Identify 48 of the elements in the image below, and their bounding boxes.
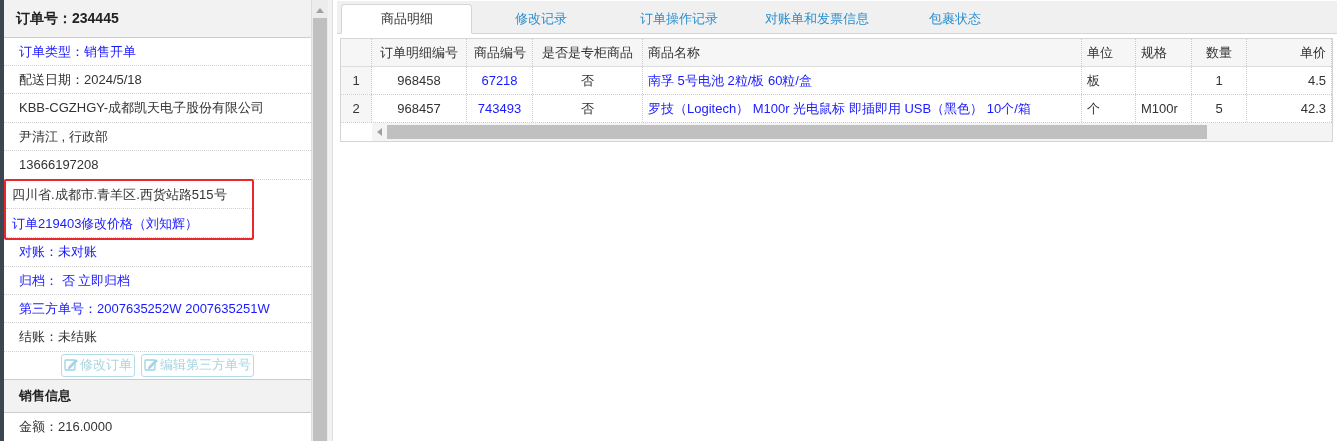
section-title: 销售信息: [19, 387, 71, 406]
table-cell: 板: [1082, 67, 1136, 94]
table-cell[interactable]: 743493: [467, 95, 533, 122]
table-cell[interactable]: 南孚 5号电池 2粒/板 60粒/盒: [643, 67, 1082, 94]
table-cell: 968457: [372, 95, 467, 122]
order-info-text: 结账：未结账: [19, 328, 97, 347]
table-cell[interactable]: 罗技（Logitech） M100r 光电鼠标 即插即用 USB（黑色） 10个/箱: [643, 95, 1082, 122]
order-info-text[interactable]: 对账：未对账: [19, 242, 97, 262]
table-cell: 否: [533, 67, 643, 94]
column-header: 是否是专柜商品: [533, 39, 643, 66]
amount-text: 金额：216.0000: [19, 418, 113, 437]
tab[interactable]: 商品明细: [341, 4, 472, 34]
edit-icon: [64, 358, 78, 373]
order-info-text[interactable]: 订单219403修改价格（刘知辉）: [12, 213, 199, 234]
table-cell: 4.5: [1247, 67, 1332, 94]
edit-icon: [144, 358, 158, 373]
order-number-title: 订单号：234445: [16, 8, 119, 28]
table-cell: 42.3: [1247, 95, 1332, 122]
table-cell: 个: [1082, 95, 1136, 122]
column-header: 数量: [1192, 39, 1247, 66]
order-info-text: KBB-CGZHGY-成都凯天电子股份有限公司: [19, 99, 265, 118]
scrollbar[interactable]: [312, 0, 328, 441]
order-info-text: 四川省.成都市.青羊区.西货站路515号: [12, 185, 227, 204]
row-number: 1: [341, 67, 372, 94]
table-cell: M100r: [1136, 95, 1192, 122]
order-info-text: 13666197208: [19, 156, 99, 175]
order-info-text[interactable]: 归档： 否 立即归档: [19, 270, 131, 290]
scrollbar-thumb[interactable]: [387, 125, 1207, 139]
scrollbar-thumb[interactable]: [313, 18, 327, 441]
column-header: 单价: [1247, 39, 1332, 66]
table-cell: 5: [1192, 95, 1247, 122]
column-header: 单位: [1082, 39, 1136, 66]
column-header: 规格: [1136, 39, 1192, 66]
table-cell: 否: [533, 95, 643, 122]
horizontal-scrollbar[interactable]: [372, 123, 1332, 141]
order-info-text[interactable]: 第三方单号：2007635252W 2007635251W: [19, 298, 270, 319]
table-cell[interactable]: 67218: [467, 67, 533, 94]
column-header: 商品名称: [643, 39, 1082, 66]
order-info-text[interactable]: 订单类型：销售开单: [19, 41, 136, 62]
column-header: 订单明细编号: [372, 39, 467, 66]
scroll-up-icon[interactable]: [316, 8, 324, 13]
table-cell: 1: [1192, 67, 1247, 94]
scroll-left-icon[interactable]: [377, 128, 382, 136]
order-info-text: 配送日期：2024/5/18: [19, 71, 142, 89]
table-cell: 968458: [372, 67, 467, 94]
order-info-text: 尹清江 , 行政部: [19, 127, 108, 146]
column-header: 商品编号: [467, 39, 533, 66]
row-number: 2: [341, 95, 372, 122]
